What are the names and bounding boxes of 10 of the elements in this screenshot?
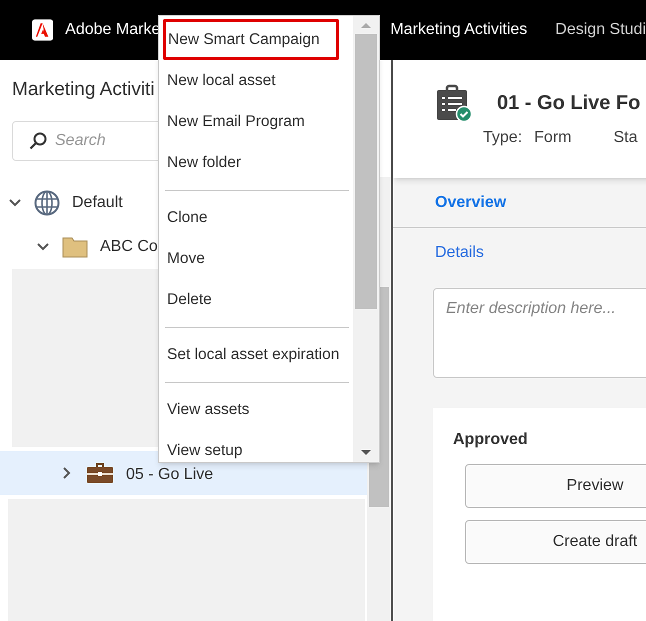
type-label: Type:	[483, 128, 522, 148]
type-value: Form	[534, 128, 572, 148]
tree-item-label: ABC Co	[100, 238, 158, 254]
tree-item-label: 05 - Go Live	[126, 466, 214, 482]
sidebar-title: Marketing Activiti	[12, 79, 155, 100]
approval-status: Approved	[453, 430, 529, 450]
status-label: Sta	[613, 128, 638, 148]
app-name: Adobe Marke	[65, 20, 160, 40]
tree-item-label: Default	[72, 194, 123, 210]
asset-title: 01 - Go Live Fo	[497, 91, 640, 116]
